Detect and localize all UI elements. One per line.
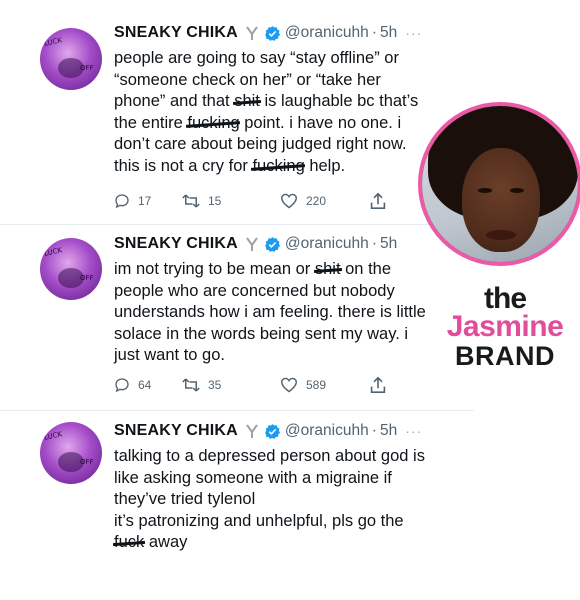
tweet-text: people are going to say “stay offline” o… [114,48,454,177]
tweet-line: talking to a depressed person about god … [114,446,454,468]
like-icon [280,193,298,209]
tweet-text-span: is laughable bc that’s [259,92,419,110]
tweet-header: SNEAKY CHIKA @oranicuhh · 5h [114,235,398,253]
timestamp[interactable]: 5h [380,422,397,440]
handle[interactable]: @oranicuhh [285,422,369,440]
tweet-line: fuck away [114,532,454,554]
censored-word: fuck [114,532,144,554]
share-icon [370,376,386,393]
like-button[interactable]: 589 [280,377,370,393]
emoji-icon [244,236,260,252]
tweet-actions: 17 15 220 [114,191,394,211]
reply-icon [115,194,129,209]
brand-the: the [484,282,527,315]
tweet-text-span: like asking someone with a migraine if [114,468,392,487]
more-icon[interactable]: ··· [405,25,422,41]
tweet-line: people are going to say “stay offline” o… [114,48,454,70]
tweet-text: im not trying to be mean or shit on the p… [114,259,454,367]
tweet-text-span: help. [304,156,346,175]
avatar[interactable]: LUCK OFF [40,238,102,300]
avatar[interactable]: LUCK OFF [40,28,102,90]
tweet-header: SNEAKY CHIKA @oranicuhh · 5h ··· [114,24,423,42]
emoji-icon [244,25,260,41]
tweet-line: this is not a cry for fucking help. [114,156,454,178]
tweet-2[interactable]: LUCK OFF SNEAKY CHIKA @oranicuhh · 5h im… [0,224,474,414]
like-count: 589 [306,378,327,392]
tweet-line: “someone check on her” or “take her [114,70,454,92]
censored-word: fucking [252,156,304,178]
like-button[interactable]: 220 [280,193,370,209]
avatar[interactable]: LUCK OFF [40,422,102,484]
tweet-text-span: they’ve tried tylenol [114,490,256,508]
censored-word: shit [315,259,341,281]
tweet-text-span: talking to a depressed person about god … [114,447,425,465]
share-button[interactable] [370,376,394,394]
tweet-line: im not trying to be mean or shit on the [114,259,454,281]
tweet-line: they’ve tried tylenol [114,489,454,511]
retweet-count: 35 [208,378,222,392]
reply-icon [115,378,129,393]
tweet-line: phone” and that shit is laughable bc tha… [114,91,454,113]
tweet-text-span: point. i have no one. i [239,113,402,132]
retweet-button[interactable]: 35 [182,377,280,393]
tweet-text-span: it’s patronizing and unhelpful, pls go t… [114,511,404,530]
tweet-text-span: just want to go. [114,346,225,364]
like-count: 220 [306,194,327,208]
tweet-text-span: phone” and that [114,92,235,110]
display-name[interactable]: SNEAKY CHIKA [114,422,238,440]
tweet-3[interactable]: LUCK OFF SNEAKY CHIKA @oranicuhh · 5h ··… [0,410,474,600]
reply-button[interactable]: 64 [114,377,182,393]
retweet-icon [182,378,200,392]
tweet-text-span: away [144,533,188,551]
tweet-actions: 64 35 589 [114,375,394,395]
retweet-button[interactable]: 15 [182,193,280,209]
handle[interactable]: @oranicuhh [285,24,369,42]
tweet-text-span: this is not a cry for [114,156,253,175]
tweet-1[interactable]: LUCK OFF SNEAKY CHIKA @oranicuhh · 5h ··… [0,0,474,222]
tweet-header: SNEAKY CHIKA @oranicuhh · 5h ··· [114,422,423,440]
handle[interactable]: @oranicuhh [285,235,369,253]
tweet-line: don’t care about being judged right now. [114,134,454,156]
share-button[interactable] [370,192,394,210]
reply-count: 17 [138,194,152,208]
retweet-icon [182,194,200,208]
censored-word: fucking [187,113,239,135]
more-icon[interactable]: ··· [405,423,422,439]
verified-badge-icon [264,25,281,42]
censored-word: shit [234,91,260,113]
tweet-text-span: solace in the words being sent my way. i [114,324,409,343]
tweet-text-span: understands how i am feeling. there is l… [114,303,426,321]
tweet-text-span: people who are concerned but nobody [114,281,395,300]
verified-badge-icon [264,423,281,440]
tweet-line: just want to go. [114,345,454,367]
tweet-text-span: “someone check on her” or “take her [114,70,381,89]
tweet-line: solace in the words being sent my way. i [114,324,454,346]
like-icon [280,377,298,393]
tweet-text-span: people are going to say “stay offline” o… [114,49,399,67]
tweet-text-span: don’t care about being judged right now. [114,135,407,153]
verified-badge-icon [264,236,281,253]
tweet-text-span: the entire [114,113,188,132]
emoji-icon [244,423,260,439]
timestamp[interactable]: 5h [380,235,397,253]
tweet-line: it’s patronizing and unhelpful, pls go t… [114,511,454,533]
display-name[interactable]: SNEAKY CHIKA [114,235,238,253]
timestamp[interactable]: 5h [380,24,397,42]
tweet-line: people who are concerned but nobody [114,281,454,303]
tweet-text: talking to a depressed person about god … [114,446,454,554]
tweet-line: like asking someone with a migraine if [114,468,454,490]
tweet-text-span: im not trying to be mean or [114,260,315,278]
brand-brand: BRAND [455,341,555,371]
display-name[interactable]: SNEAKY CHIKA [114,24,238,42]
tweet-text-span: on the [340,260,392,278]
brand-jasmine: Jasmine [446,310,564,343]
brand-watermark: the Jasmine BRAND [430,282,580,371]
share-icon [370,192,386,209]
reply-count: 64 [138,378,152,392]
tweet-line: the entire fucking point. i have no one.… [114,113,454,135]
tweet-line: understands how i am feeling. there is l… [114,302,454,324]
reply-button[interactable]: 17 [114,193,182,209]
retweet-count: 15 [208,194,222,208]
celebrity-photo [418,102,580,266]
